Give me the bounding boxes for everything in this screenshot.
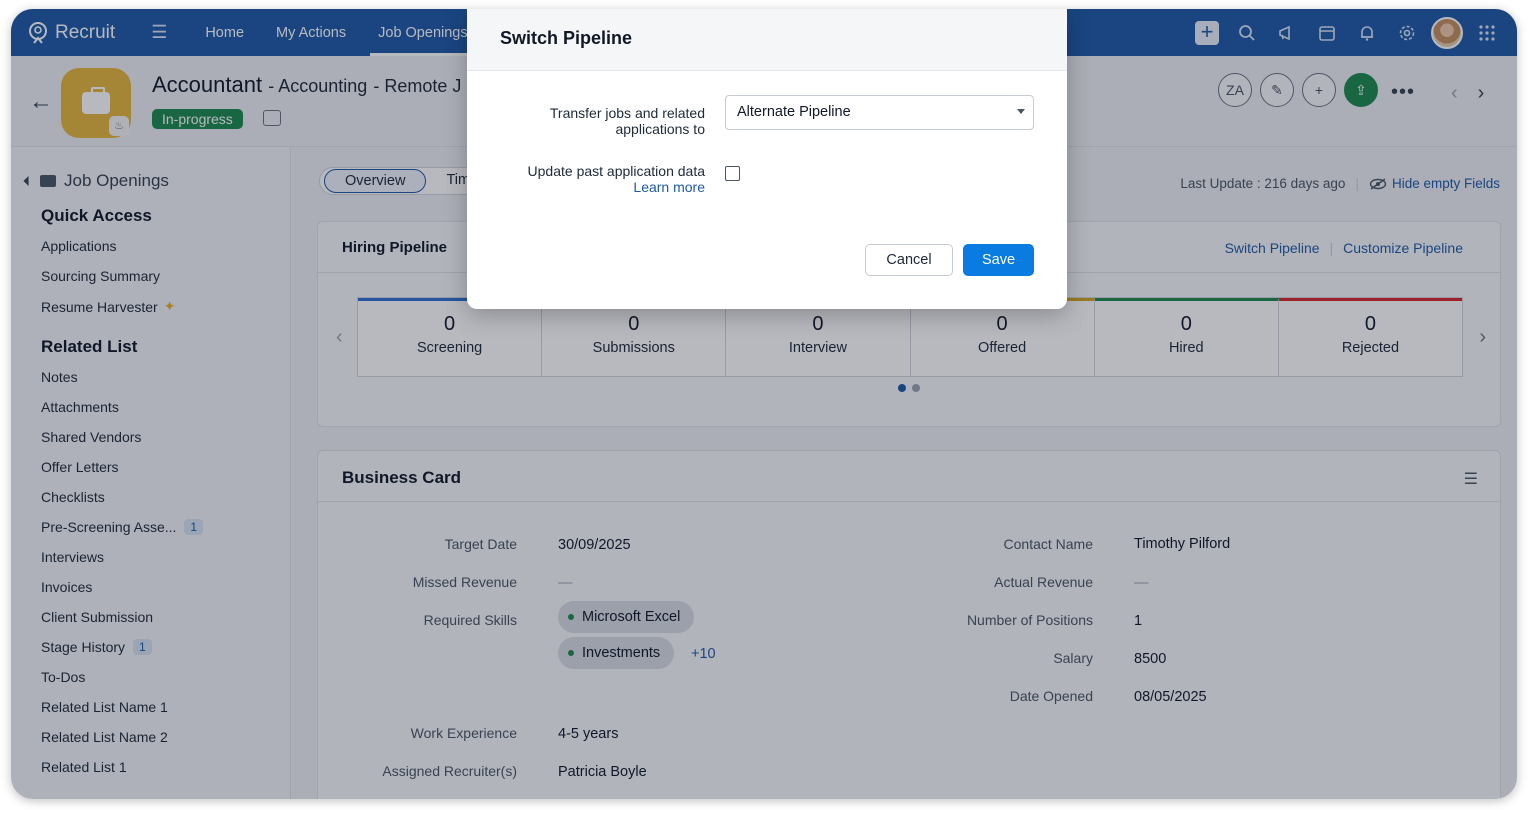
cancel-button[interactable]: Cancel	[865, 244, 953, 276]
caret-down-icon	[1017, 109, 1025, 114]
pipeline-select[interactable]: Alternate Pipeline	[725, 95, 1034, 130]
app-window: Recruit ☰ HomeMy ActionsJob Openings +	[11, 9, 1517, 799]
learn-more-link[interactable]: Learn more	[528, 179, 705, 195]
update-past-data-checkbox[interactable]	[725, 166, 740, 181]
transfer-label-line-2: applications to	[615, 121, 705, 137]
transfer-label-line-1: Transfer jobs and related	[549, 105, 705, 121]
update-past-data-label: Update past application data Learn more	[528, 163, 705, 195]
pipeline-select-value: Alternate Pipeline	[737, 104, 851, 120]
transfer-label: Transfer jobs and related applications t…	[550, 105, 705, 137]
switch-pipeline-dialog: Switch Pipeline Transfer jobs and relate…	[467, 9, 1067, 309]
save-button[interactable]: Save	[963, 244, 1034, 276]
update-past-data-text: Update past application data	[527, 163, 705, 179]
dialog-title: Switch Pipeline	[467, 9, 1067, 71]
